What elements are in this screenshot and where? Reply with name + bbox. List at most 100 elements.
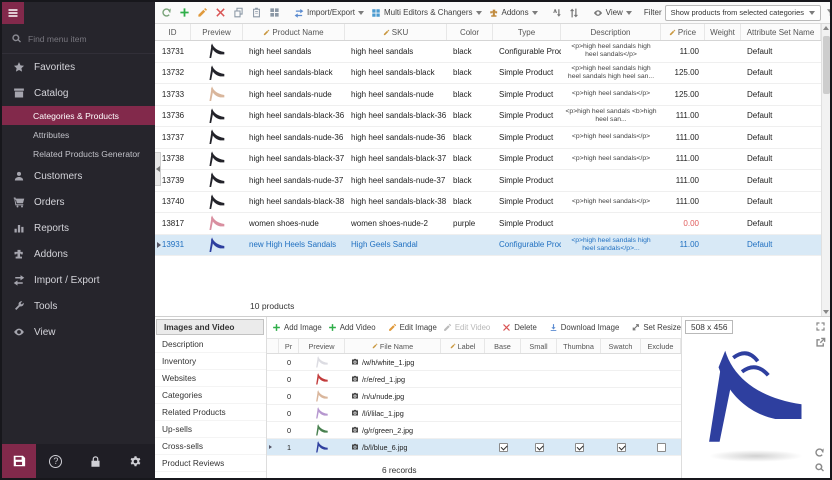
col-header-desc[interactable]: Description	[561, 24, 661, 40]
external-link-icon[interactable]	[815, 337, 826, 348]
sidebar-item-related-products-generator[interactable]: Related Products Generator	[2, 144, 155, 163]
sidebar-item-catalog[interactable]: Catalog	[2, 80, 155, 106]
lock-icon[interactable]	[89, 455, 102, 468]
tab-websites[interactable]: Websites	[155, 370, 266, 387]
base-checkbox[interactable]	[499, 443, 508, 452]
thumb-checkbox[interactable]	[575, 443, 584, 452]
product-row[interactable]: 13931new High Heels SandalsHigh Geels Sa…	[155, 235, 821, 257]
tab-inventory[interactable]: Inventory	[155, 353, 266, 370]
sort-button[interactable]	[550, 4, 564, 22]
delete-button[interactable]: Delete	[500, 319, 539, 337]
col-header-preview[interactable]: Preview	[191, 24, 243, 40]
set-resize-rule-button[interactable]: Set Resize Rule	[629, 319, 681, 337]
img-col-header-exclude[interactable]: Exclude	[641, 339, 681, 353]
sidebar-item-attributes[interactable]: Attributes	[2, 125, 155, 144]
img-col-header-label[interactable]: Label	[441, 339, 485, 353]
sidebar-search[interactable]	[2, 24, 155, 54]
image-row[interactable]: 0/l/i/lilac_1.jpg	[267, 405, 681, 422]
scrollbar-thumb[interactable]	[823, 36, 830, 94]
img-col-header-base[interactable]: Base	[485, 339, 521, 353]
exclude-checkbox[interactable]	[657, 443, 666, 452]
col-header-weight[interactable]: Weight	[705, 24, 741, 40]
sidebar-item-customers[interactable]: Customers	[2, 163, 155, 189]
image-row[interactable]: 0/g/r/green_2.jpg	[267, 422, 681, 439]
image-row[interactable]: 0/r/e/red_1.jpg	[267, 371, 681, 388]
image-row[interactable]: 1/b/l/blue_6.jpg	[267, 439, 681, 456]
product-row[interactable]: 13737high heel sandals-nude-36high heel …	[155, 127, 821, 149]
col-header-attr_set[interactable]: Attribute Set Name	[741, 24, 821, 40]
gear-icon[interactable]	[129, 455, 142, 468]
product-row[interactable]: 13733high heel sandals-nudehigh heel san…	[155, 84, 821, 106]
image-row[interactable]: 0/w/h/white_1.jpg	[267, 354, 681, 371]
sidebar-item-favorites[interactable]: Favorites	[2, 54, 155, 80]
menu-search-input[interactable]	[28, 34, 128, 44]
col-header-id[interactable]: ID	[155, 24, 191, 40]
product-row[interactable]: 13732high heel sandals-blackhigh heel sa…	[155, 63, 821, 85]
product-row[interactable]: 13736high heel sandals-black-36high heel…	[155, 106, 821, 128]
col-header-price[interactable]: Price	[661, 24, 705, 40]
tab-cross-sells[interactable]: Cross-sells	[155, 438, 266, 455]
img-col-header-pr[interactable]: Pr	[279, 339, 299, 353]
product-row[interactable]: 13738high heel sandals-black-37high heel…	[155, 149, 821, 171]
menu-toggle-button[interactable]	[2, 2, 24, 24]
delete-button[interactable]	[213, 4, 228, 22]
product-row[interactable]: 13731high heel sandalshigh heel sandalsb…	[155, 41, 821, 63]
sidebar-item-addons[interactable]: Addons	[2, 241, 155, 267]
scroll-up-icon[interactable]	[823, 26, 829, 30]
sidebar-item-tools[interactable]: Tools	[2, 293, 155, 319]
filter-select[interactable]: Show products from selected categories	[665, 5, 821, 21]
img-col-header-thumb[interactable]: Thumbna	[557, 339, 601, 353]
store-button[interactable]	[2, 444, 36, 478]
small-checkbox[interactable]	[535, 443, 544, 452]
zoom-icon[interactable]	[814, 462, 825, 473]
filters-menu[interactable]: Filters	[824, 4, 830, 22]
img-col-header-file[interactable]: File Name	[345, 339, 441, 353]
image-row[interactable]: 0/n/u/nude.jpg	[267, 388, 681, 405]
product-row[interactable]: 13740high heel sandals-black-38high heel…	[155, 192, 821, 214]
tab-product-reviews[interactable]: Product Reviews	[155, 455, 266, 472]
sidebar-item-import-export[interactable]: Import / Export	[2, 267, 155, 293]
sidebar-item-reports[interactable]: Reports	[2, 215, 155, 241]
add-video-button[interactable]: Add Video	[326, 319, 378, 337]
multi-editors-changers-menu[interactable]: Multi Editors & Changers	[369, 4, 483, 22]
img-col-header-marker[interactable]	[267, 339, 279, 353]
paste-button[interactable]	[249, 4, 264, 22]
collapse-panel-handle[interactable]	[155, 152, 161, 186]
copy-button[interactable]	[231, 4, 246, 22]
expand-icon[interactable]	[815, 321, 826, 332]
sidebar-item-view[interactable]: View	[2, 319, 155, 345]
tab-up-sells[interactable]: Up-sells	[155, 421, 266, 438]
swatch-checkbox[interactable]	[617, 443, 626, 452]
tab-images-and-video[interactable]: Images and Video	[156, 319, 264, 335]
add-button[interactable]	[177, 4, 192, 22]
columns-button[interactable]	[267, 4, 282, 22]
vertical-scrollbar[interactable]	[821, 24, 830, 316]
scroll-down-icon[interactable]	[823, 310, 829, 314]
sidebar-item-orders[interactable]: Orders	[2, 189, 155, 215]
tab-related-products[interactable]: Related Products	[155, 404, 266, 421]
addons-menu[interactable]: Addons	[487, 4, 540, 22]
help-button[interactable]: ?	[49, 455, 62, 468]
view-menu[interactable]: View	[591, 4, 634, 22]
tab-categories[interactable]: Categories	[155, 387, 266, 404]
refresh-button[interactable]	[159, 4, 174, 22]
col-header-color[interactable]: Color	[447, 24, 493, 40]
edit-image-button[interactable]: Edit Image	[386, 319, 439, 337]
product-row[interactable]: 13817women shoes-nudewomen shoes-nude-2p…	[155, 213, 821, 235]
product-row[interactable]: 13739high heel sandals-nude-37high heel …	[155, 170, 821, 192]
img-col-header-preview[interactable]: Preview	[299, 339, 345, 353]
reorder-button[interactable]	[567, 4, 581, 22]
add-image-button[interactable]: Add Image	[270, 319, 324, 337]
edit-video-button[interactable]: Edit Video	[441, 319, 492, 337]
sidebar-item-categories-products[interactable]: Categories & Products	[2, 106, 155, 125]
edit-button[interactable]	[195, 4, 210, 22]
tab-description[interactable]: Description	[155, 336, 266, 353]
img-col-header-swatch[interactable]: Swatch	[601, 339, 641, 353]
img-col-header-small[interactable]: Small	[521, 339, 557, 353]
import-export-menu[interactable]: Import/Export	[292, 4, 366, 22]
download-image-button[interactable]: Download Image	[547, 319, 622, 337]
col-header-sku[interactable]: SKU	[345, 24, 447, 40]
col-header-type[interactable]: Type	[493, 24, 561, 40]
rotate-icon[interactable]	[814, 447, 825, 458]
col-header-name[interactable]: Product Name	[243, 24, 345, 40]
